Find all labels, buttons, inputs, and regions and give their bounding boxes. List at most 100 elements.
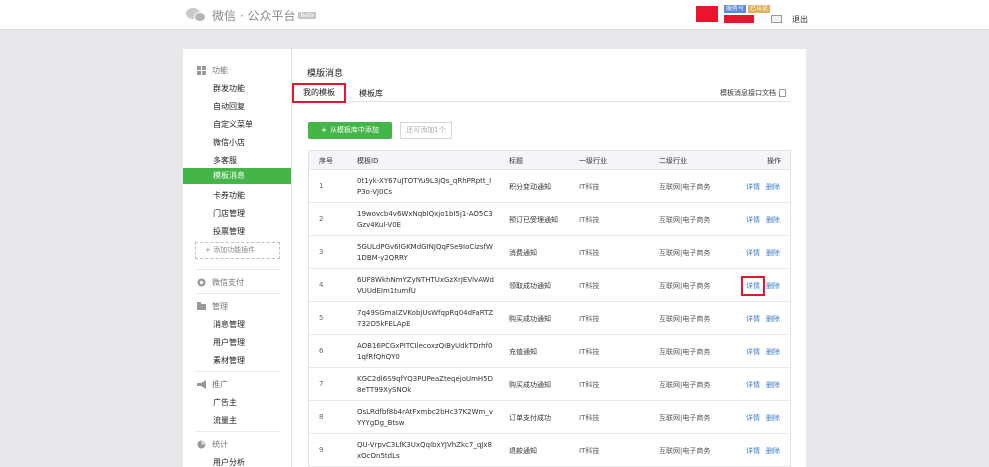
industry-primary: IT科技 — [579, 183, 600, 191]
industry-primary: IT科技 — [579, 414, 600, 422]
col-header-actions: 操作 — [767, 157, 781, 165]
industry-secondary: 互联网|电子商务 — [659, 381, 711, 389]
template-title: 消费通知 — [509, 249, 537, 257]
folder-icon — [197, 302, 206, 311]
template-title: 订单支付成功 — [509, 414, 551, 422]
delete-link[interactable]: 删除 — [766, 380, 780, 390]
col-header-industry-1: 一级行业 — [579, 157, 607, 165]
sidebar-item-stores[interactable]: 门店管理 — [213, 208, 245, 219]
sidebar-item-user-analysis[interactable]: 用户分析 — [213, 457, 245, 467]
detail-link[interactable]: 详情 — [746, 314, 760, 324]
sidebar-item-customer-service[interactable]: 多客服 — [213, 155, 237, 166]
logout-link[interactable]: 退出 — [792, 14, 808, 25]
detail-link[interactable]: 详情 — [746, 413, 760, 423]
industry-secondary: 互联网|电子商务 — [659, 447, 711, 455]
delete-link[interactable]: 删除 — [766, 281, 780, 291]
divider — [195, 371, 280, 372]
industry-primary: IT科技 — [579, 315, 600, 323]
industry-primary: IT科技 — [579, 348, 600, 356]
industry-secondary: 互联网|电子商务 — [659, 315, 711, 323]
row-number: 1 — [319, 182, 324, 190]
account-avatar[interactable] — [696, 6, 718, 22]
col-header-industry-2: 二级行业 — [659, 157, 687, 165]
sidebar-group-promotion: 推广 — [197, 379, 228, 390]
template-id: 5GULdPGv6IGKMdGINJQqFSe9IoCizsfW1DBM-y2Q… — [357, 243, 493, 262]
detail-link[interactable]: 详情 — [746, 347, 760, 357]
tab-template-library[interactable]: 模板库 — [359, 88, 383, 99]
sidebar-item-wechat-store[interactable]: 微信小店 — [213, 137, 245, 148]
wechat-logo[interactable]: 微信 · 公众平台 beta — [186, 5, 316, 25]
sidebar-group-wechat-pay[interactable]: 微信支付 — [197, 277, 244, 288]
detail-link[interactable]: 详情 — [741, 276, 765, 296]
sidebar-item-materials[interactable]: 素材管理 — [213, 355, 245, 366]
sidebar-item-auto-reply[interactable]: 自动回复 — [213, 101, 245, 112]
delete-link[interactable]: 删除 — [766, 248, 780, 258]
main-panel: 模版消息 我的模板 模板库 模板消息接口文档 + 从模板库中添加 还可添加1个 序… — [292, 49, 806, 467]
detail-link[interactable]: 详情 — [746, 215, 760, 225]
row-number: 3 — [319, 248, 324, 256]
delete-link[interactable]: 删除 — [766, 314, 780, 324]
industry-secondary: 互联网|电子商务 — [659, 282, 711, 290]
mail-icon[interactable] — [771, 15, 782, 23]
industry-primary: IT科技 — [579, 381, 600, 389]
sidebar-item-publisher[interactable]: 流量主 — [213, 415, 237, 426]
page-title: 模版消息 — [307, 69, 344, 79]
sidebar-item-messages[interactable]: 消息管理 — [213, 319, 245, 330]
template-id: 7q49SGmaIZVKobjUsWfqpRq04dFaRTZ732O5kFEL… — [357, 309, 494, 328]
template-api-doc-link[interactable]: 模板消息接口文档 — [720, 88, 786, 98]
pie-chart-icon — [197, 440, 206, 449]
table-row: 7 KGC2dl6S9qfYQ3PUPeaZteqejoUmH5D8eTT99X… — [309, 368, 790, 401]
industry-secondary: 互联网|电子商务 — [659, 216, 711, 224]
account-tags: 服务号 已认证 — [724, 5, 771, 13]
grid-icon — [197, 66, 206, 75]
delete-link[interactable]: 删除 — [766, 347, 780, 357]
row-actions: 详情 删除 — [746, 413, 780, 423]
delete-link[interactable]: 删除 — [766, 215, 780, 225]
col-header-no: 序号 — [319, 157, 333, 165]
table-row: 6 AOB16PCGxPITCIlecoxzQiByUdkTDrhf01qfRf… — [309, 335, 790, 368]
detail-link[interactable]: 详情 — [746, 182, 760, 192]
table-row: 8 OsLRdfbf8b4rAtFxmbc2bHc37K2Wm_vYYYgDg_… — [309, 401, 790, 434]
account-name[interactable] — [724, 15, 754, 23]
delete-link[interactable]: 删除 — [766, 182, 780, 192]
row-actions: 详情 删除 — [746, 446, 780, 456]
row-actions: 详情 删除 — [746, 347, 780, 357]
detail-link[interactable]: 详情 — [746, 446, 760, 456]
add-from-library-button[interactable]: + 从模板库中添加 — [308, 122, 392, 139]
template-title: 退款通知 — [509, 447, 537, 455]
sidebar-item-custom-menu[interactable]: 自定义菜单 — [213, 119, 253, 130]
delete-link[interactable]: 删除 — [766, 413, 780, 423]
service-account-tag: 服务号 — [724, 5, 747, 13]
template-title: 预订已受理通知 — [509, 216, 558, 224]
pay-icon — [197, 278, 206, 287]
row-number: 2 — [319, 215, 324, 223]
logo-text: 微信 · 公众平台 — [212, 8, 296, 23]
tab-my-templates[interactable]: 我的模板 — [292, 83, 346, 103]
add-plugin-button[interactable]: + 添加功能插件 — [195, 242, 280, 259]
template-title: 购买成功通知 — [509, 381, 551, 389]
industry-secondary: 互联网|电子商务 — [659, 414, 711, 422]
verified-tag: 已认证 — [748, 5, 771, 13]
sidebar-item-votes[interactable]: 投票管理 — [213, 226, 245, 237]
industry-secondary: 互联网|电子商务 — [659, 348, 711, 356]
detail-link[interactable]: 详情 — [746, 380, 760, 390]
row-number: 5 — [319, 314, 324, 322]
sidebar-item-advertiser[interactable]: 广告主 — [213, 397, 237, 408]
row-number: 8 — [319, 413, 324, 421]
sidebar-item-users[interactable]: 用户管理 — [213, 337, 245, 348]
template-id: QU-VrpvC3LfK3UxQqIbxYJVhZkc7_qJx8xOcOn5t… — [357, 441, 492, 460]
sidebar-group-features: 功能 — [197, 65, 228, 76]
row-actions: 详情 删除 — [741, 276, 780, 296]
beta-badge: beta — [298, 11, 316, 19]
row-number: 6 — [319, 347, 324, 355]
row-actions: 详情 删除 — [746, 248, 780, 258]
template-title: 积分变动通知 — [509, 183, 551, 191]
template-title: 领取成功通知 — [509, 282, 551, 290]
col-header-title: 标题 — [509, 157, 523, 165]
sidebar-item-template-message[interactable]: 模板消息 — [183, 168, 291, 184]
delete-link[interactable]: 删除 — [766, 446, 780, 456]
template-title: 购买成功通知 — [509, 315, 551, 323]
sidebar-item-coupons[interactable]: 卡券功能 — [213, 190, 245, 201]
detail-link[interactable]: 详情 — [746, 248, 760, 258]
sidebar-item-mass-send[interactable]: 群发功能 — [213, 83, 245, 94]
